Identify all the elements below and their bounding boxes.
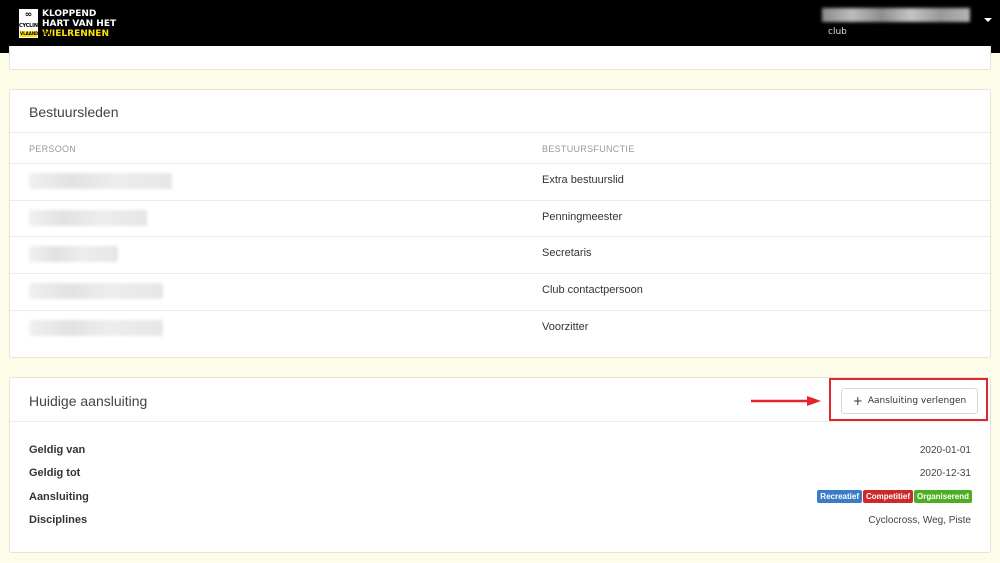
board-function: Voorzitter xyxy=(542,321,589,333)
column-header-person: PERSOON xyxy=(29,144,77,154)
person-name-redacted xyxy=(29,283,163,299)
person-name-redacted xyxy=(29,320,163,336)
board-function: Secretaris xyxy=(542,247,592,259)
panel-title: Bestuursleden xyxy=(29,104,119,120)
affiliation-badges: Recreatief Competitief Organiserend xyxy=(817,490,972,503)
badge-recreatief: Recreatief xyxy=(817,490,862,503)
cycling-vlaanderen-logo-icon: ∞ CYCLING VLAANDEREN xyxy=(19,9,51,38)
renew-affiliation-button[interactable]: + Aansluiting verlengen xyxy=(841,388,978,414)
user-role: club xyxy=(828,27,847,37)
panel-title: Huidige aansluiting xyxy=(29,393,148,409)
divider xyxy=(10,421,990,422)
chevron-down-icon[interactable] xyxy=(984,18,992,22)
logo[interactable]: ∞ CYCLING VLAANDEREN KLOPPEND HART VAN H… xyxy=(19,9,116,39)
user-menu[interactable]: club xyxy=(822,8,992,38)
table-row[interactable]: Club contactpersoon xyxy=(10,273,990,310)
board-function: Club contactpersoon xyxy=(542,284,643,296)
field-value-valid-from: 2020-01-01 xyxy=(919,445,971,456)
table-row[interactable]: Voorzitter xyxy=(10,310,990,347)
badge-organiserend: Organiserend xyxy=(913,490,972,503)
field-value-valid-to: 2020-12-31 xyxy=(919,468,971,479)
logo-text: KLOPPEND HART VAN HET WIELRENNEN xyxy=(42,9,117,39)
field-label-disciplines: Disciplines xyxy=(29,514,88,526)
person-name-redacted xyxy=(29,210,147,226)
board-members-panel: Bestuursleden PERSOON BESTUURSFUNCTIE Ex… xyxy=(9,89,991,358)
previous-panel xyxy=(9,46,991,70)
person-name-redacted xyxy=(29,246,118,262)
field-value-disciplines: Cyclocross, Weg, Piste xyxy=(868,515,971,526)
red-arrow-icon xyxy=(751,396,821,406)
plus-icon: + xyxy=(852,394,863,408)
column-header-function: BESTUURSFUNCTIE xyxy=(542,144,635,154)
field-label-valid-from: Geldig van xyxy=(29,444,86,456)
user-name-redacted xyxy=(822,8,970,22)
board-function: Penningmeester xyxy=(542,211,623,223)
board-function: Extra bestuurslid xyxy=(542,174,624,186)
table-row[interactable]: Extra bestuurslid xyxy=(10,163,990,200)
table-row[interactable]: Secretaris xyxy=(10,236,990,273)
field-label-affiliation: Aansluiting xyxy=(29,491,89,503)
current-affiliation-panel: Huidige aansluiting + Aansluiting verlen… xyxy=(9,377,991,553)
divider xyxy=(10,132,990,133)
renew-affiliation-label: Aansluiting verlengen xyxy=(867,396,967,406)
badge-competitief: Competitief xyxy=(862,490,913,503)
person-name-redacted xyxy=(29,173,172,189)
table-row[interactable]: Penningmeester xyxy=(10,200,990,237)
field-label-valid-to: Geldig tot xyxy=(29,467,81,479)
